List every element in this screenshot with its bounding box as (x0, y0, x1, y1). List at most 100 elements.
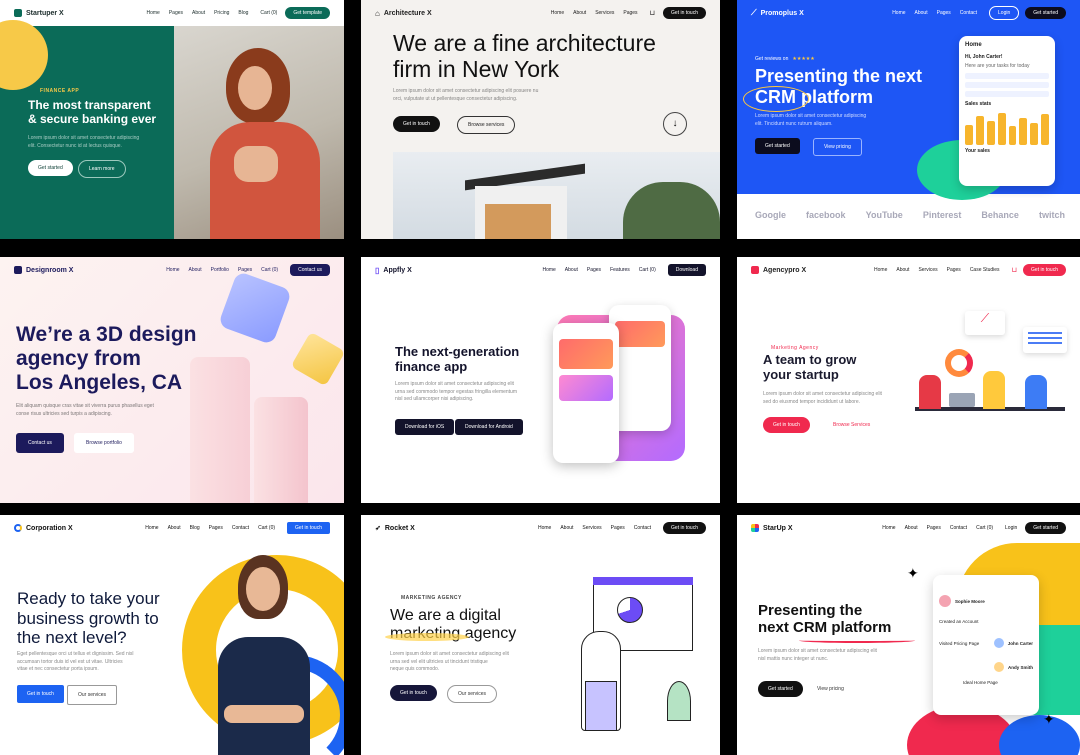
get-template-button[interactable]: Get template (285, 7, 330, 19)
browse-services-button[interactable]: Browse services (457, 116, 516, 134)
get-in-touch-button[interactable]: Get in touch (390, 685, 437, 701)
cart-link[interactable]: Cart (0) (260, 10, 277, 16)
brand-logo[interactable]: Corporation X (14, 524, 73, 532)
nav-link[interactable]: Cart (0) (261, 267, 278, 273)
brand-logo[interactable]: ➶ Rocket X (375, 524, 415, 533)
get-in-touch-button[interactable]: Get in touch (287, 522, 330, 534)
our-services-button[interactable]: Our services (67, 685, 118, 705)
tile-appfly[interactable]: ▯ Appfly X Home About Pages Features Car… (361, 257, 720, 503)
nav-link[interactable]: Blog (238, 10, 248, 16)
nav-link[interactable]: Services (595, 10, 614, 16)
get-in-touch-button[interactable]: Get in touch (663, 522, 706, 534)
get-started-button[interactable]: Get started (1025, 522, 1066, 534)
nav-link[interactable]: Case Studies (970, 267, 1000, 273)
nav-link[interactable]: Home (146, 10, 159, 16)
nav-link[interactable]: Pages (623, 10, 637, 16)
download-android-button[interactable]: Download for Android (455, 419, 523, 435)
tile-agencypro[interactable]: Agencypro X Home About Services Pages Ca… (737, 257, 1080, 503)
nav-link[interactable]: Blog (190, 525, 200, 531)
nav-link[interactable]: Pages (587, 267, 601, 273)
view-pricing-button[interactable]: View pricing (807, 681, 854, 697)
tile-startuper[interactable]: Startuper X Home Pages About Pricing Blo… (0, 0, 344, 239)
nav-link[interactable]: Services (918, 267, 937, 273)
nav-link[interactable]: About (168, 525, 181, 531)
nav-link[interactable]: Home (882, 525, 895, 531)
nav-link[interactable]: Home (538, 525, 551, 531)
nav-link[interactable]: Features (610, 267, 630, 273)
nav-link[interactable]: Contact (232, 525, 249, 531)
nav-link[interactable]: About (896, 267, 909, 273)
brand-logo[interactable]: StarUp X (751, 524, 793, 532)
cart-icon[interactable]: ⊔ (650, 9, 655, 17)
nav-link[interactable]: Contact (950, 525, 967, 531)
brand-logo[interactable]: Designroom X (14, 266, 73, 274)
nav-link[interactable]: About (565, 267, 578, 273)
nav-link[interactable]: Contact (634, 525, 651, 531)
nav-link[interactable]: Home (551, 10, 564, 16)
nav-link[interactable]: Pages (937, 10, 951, 16)
nav-link[interactable]: Pages (947, 267, 961, 273)
hero-headline: We’re a 3D design agency from Los Angele… (16, 323, 197, 395)
get-in-touch-button[interactable]: Get in touch (1023, 264, 1066, 276)
our-services-button[interactable]: Our services (447, 685, 498, 703)
nav-link[interactable]: Home (542, 267, 555, 273)
event-label: Visited Pricing Page (939, 640, 980, 646)
nav-link[interactable]: Pages (927, 525, 941, 531)
get-in-touch-button[interactable]: Get in touch (763, 417, 810, 433)
download-button[interactable]: Download (667, 264, 706, 276)
brand-logo[interactable]: Agencypro X (751, 266, 806, 274)
nav-link[interactable]: Cart (0) (976, 525, 993, 531)
nav-link[interactable]: About (560, 525, 573, 531)
browse-services-button[interactable]: Browse Services (823, 417, 880, 433)
get-in-touch-button[interactable]: Get in touch (17, 685, 64, 703)
nav-link[interactable]: About (905, 525, 918, 531)
tile-startup[interactable]: StarUp X Home About Pages Contact Cart (… (737, 515, 1080, 755)
get-started-button[interactable]: Get started (1025, 7, 1066, 19)
tile-corporation[interactable]: Corporation X Home About Blog Pages Cont… (0, 515, 344, 755)
contact-us-button[interactable]: Contact us (290, 264, 330, 276)
nav-link[interactable]: Contact (960, 10, 977, 16)
get-started-button[interactable]: Get started (755, 138, 800, 154)
nav-link[interactable]: Pages (209, 525, 223, 531)
cart-icon[interactable]: ⊔ (1012, 266, 1017, 274)
nav-link[interactable]: Cart (0) (258, 525, 275, 531)
nav-link[interactable]: About (192, 10, 205, 16)
get-started-button[interactable]: Get started (28, 160, 73, 176)
nav-link[interactable]: Pages (169, 10, 183, 16)
get-started-button[interactable]: Get started (758, 681, 803, 697)
nav-link[interactable]: Services (582, 525, 601, 531)
nav-link[interactable]: About (915, 10, 928, 16)
nav-link[interactable]: Home (166, 267, 179, 273)
nav-link[interactable]: About (573, 10, 586, 16)
nav-link[interactable]: Home (892, 10, 905, 16)
card-greeting: Hi, John Carter! (965, 54, 1003, 60)
login-link[interactable]: Login (1005, 525, 1017, 531)
tile-architecture[interactable]: ⌂ Architecture X Home About Services Pag… (361, 0, 720, 239)
brand-logo[interactable]: Startuper X (14, 9, 64, 17)
person-hands (234, 146, 278, 182)
get-in-touch-button[interactable]: Get in touch (663, 7, 706, 19)
browse-portfolio-button[interactable]: Browse portfolio (74, 433, 134, 453)
login-button[interactable]: Login (989, 6, 1020, 20)
brand-logo[interactable]: ⟋ Promoplus X (751, 8, 804, 18)
nav-link[interactable]: Cart (0) (639, 267, 656, 273)
scroll-down-icon[interactable]: ↓ (663, 112, 687, 136)
learn-more-button[interactable]: Learn more (78, 160, 126, 178)
nav-link[interactable]: About (189, 267, 202, 273)
contact-us-button[interactable]: Contact us (16, 433, 64, 453)
brand-logo[interactable]: ⌂ Architecture X (375, 9, 432, 18)
tile-rocket[interactable]: ➶ Rocket X Home About Services Pages Con… (361, 515, 720, 755)
brand-logo[interactable]: ▯ Appfly X (375, 266, 412, 275)
tile-promoplus[interactable]: ⟋ Promoplus X Home About Pages Contact L… (737, 0, 1080, 239)
nav-link[interactable]: Pricing (214, 10, 229, 16)
tile-designroom[interactable]: Designroom X Home About Portfolio Pages … (0, 257, 344, 503)
get-in-touch-button[interactable]: Get in touch (393, 116, 440, 132)
navbar: ▯ Appfly X Home About Pages Features Car… (361, 257, 720, 283)
nav-link[interactable]: Home (874, 267, 887, 273)
view-pricing-button[interactable]: View pricing (813, 138, 862, 156)
download-ios-button[interactable]: Download for iOS (395, 419, 455, 435)
nav-link[interactable]: Pages (238, 267, 252, 273)
nav-link[interactable]: Home (145, 525, 158, 531)
nav-link[interactable]: Portfolio (211, 267, 229, 273)
nav-link[interactable]: Pages (611, 525, 625, 531)
